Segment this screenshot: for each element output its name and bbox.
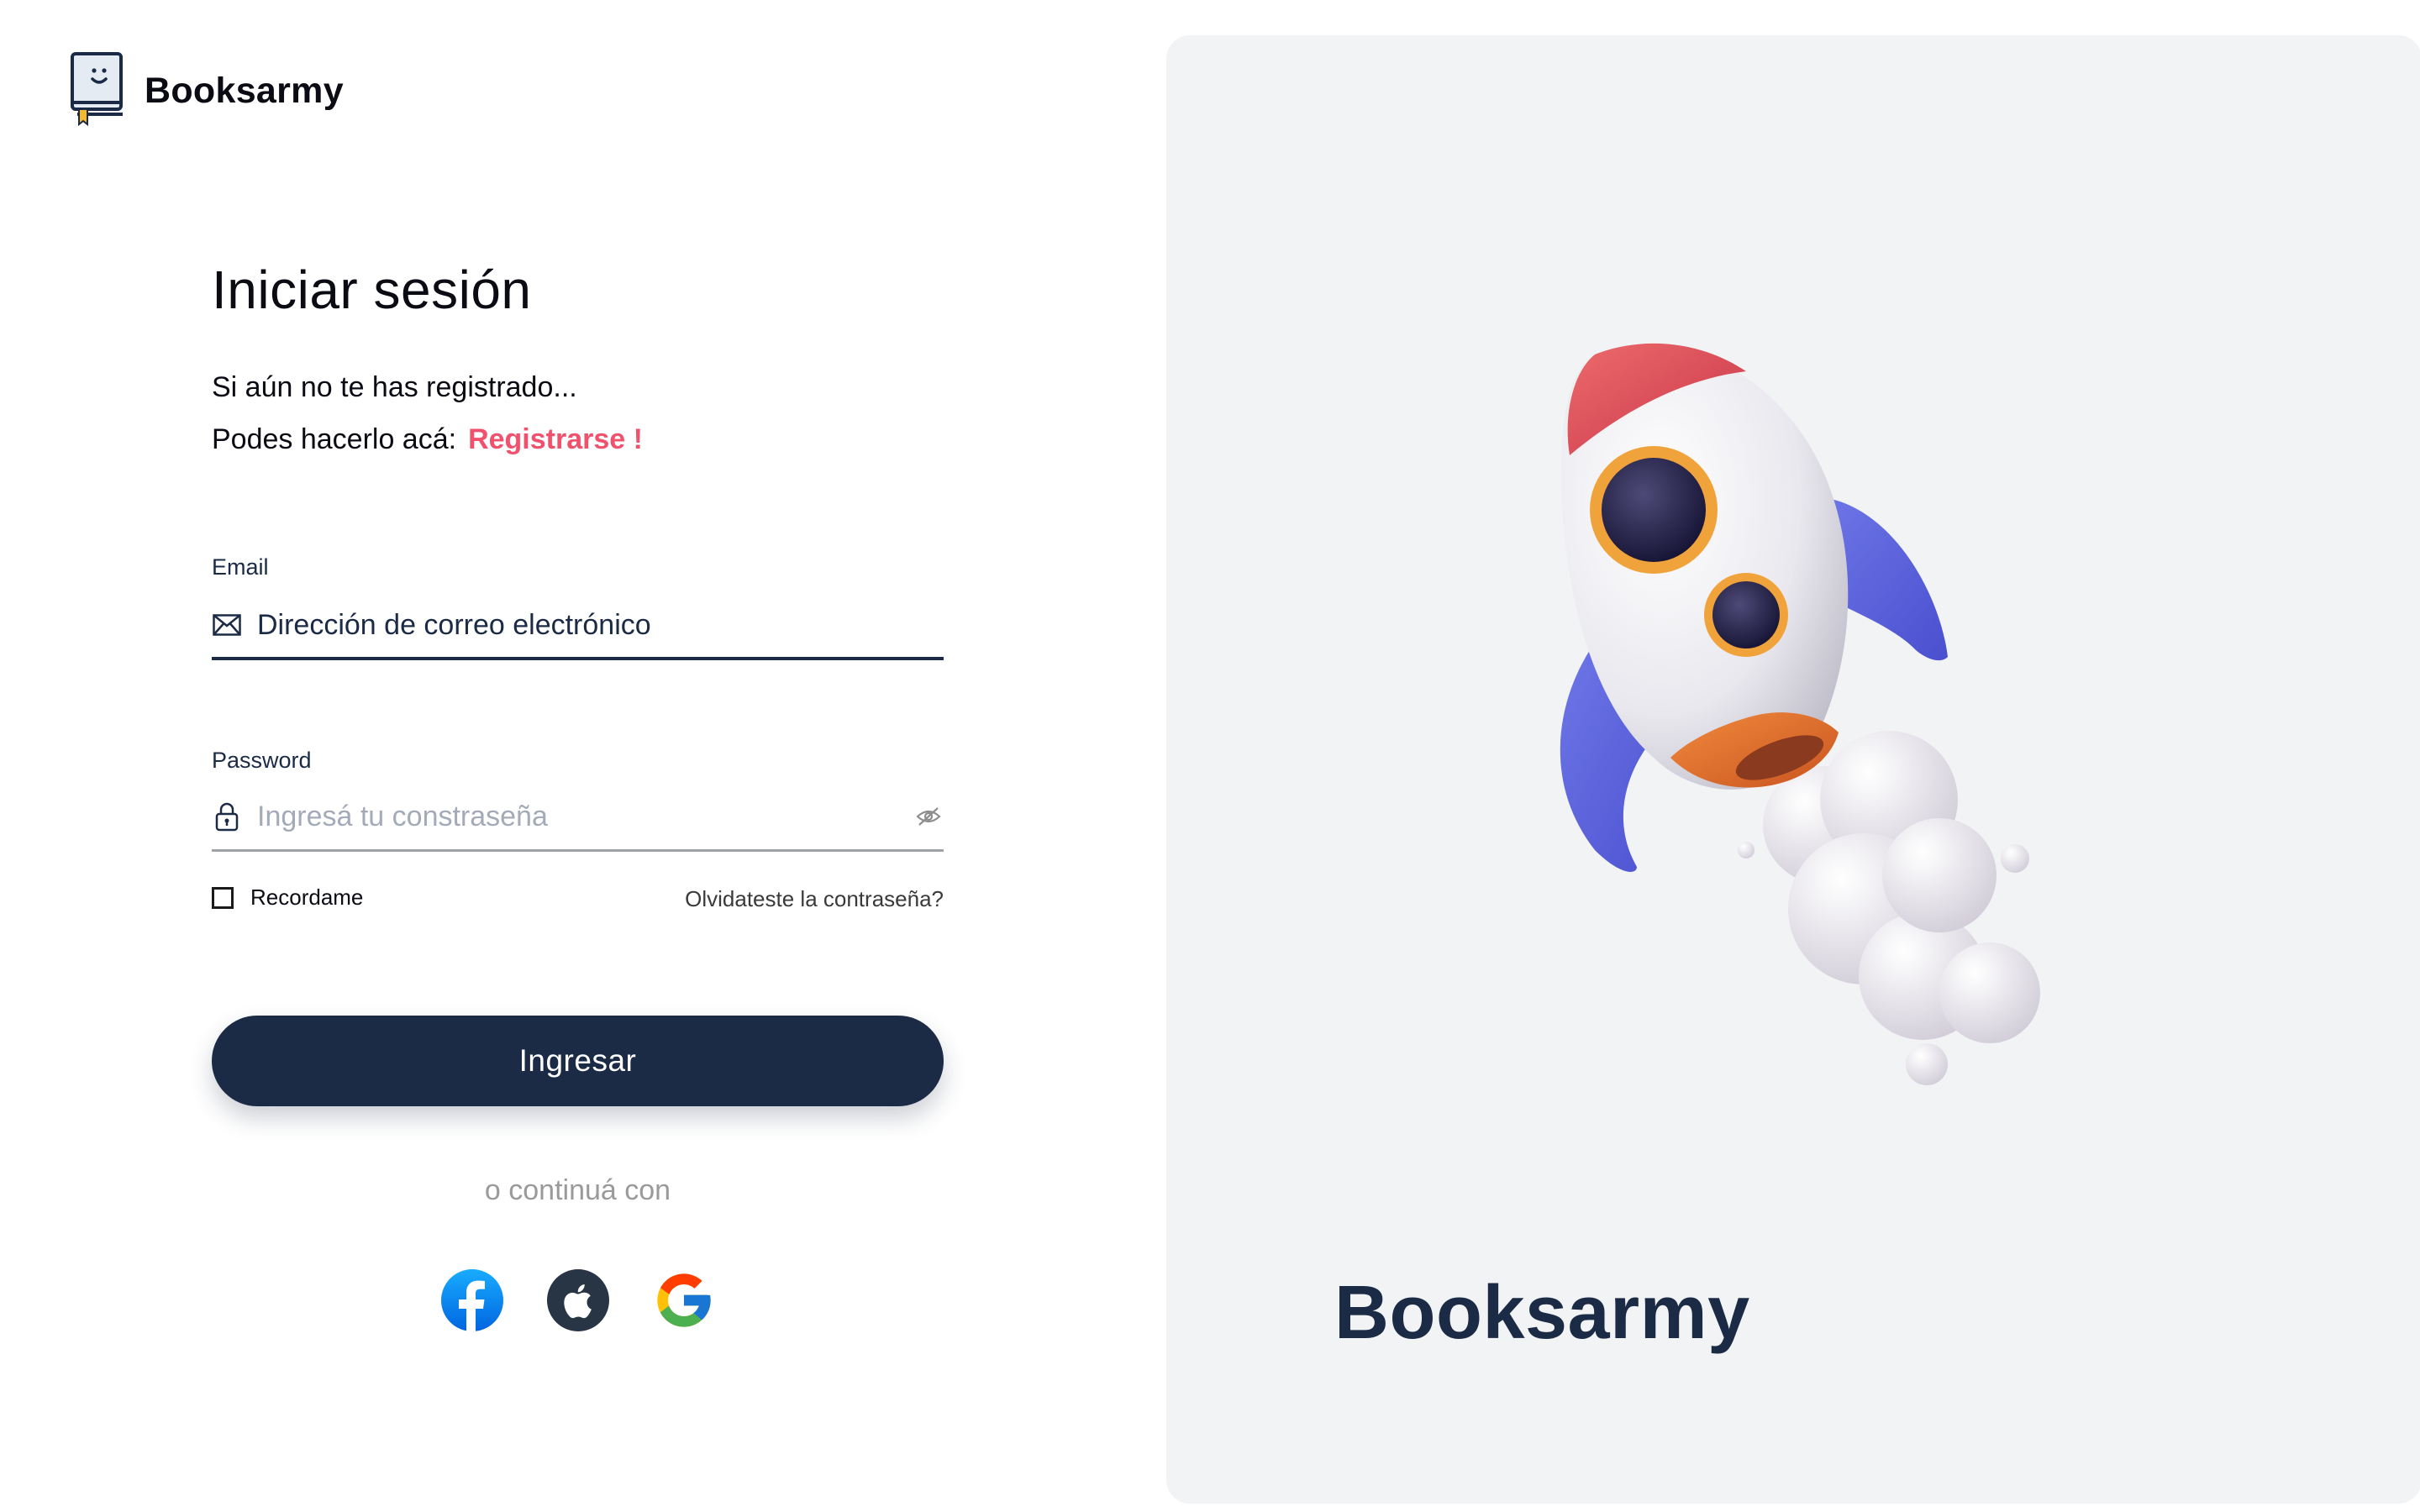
email-field[interactable]: [212, 598, 944, 652]
brand-name: Booksarmy: [145, 70, 344, 111]
password-field[interactable]: [212, 790, 944, 843]
email-label: Email: [212, 554, 269, 580]
remember-checkbox[interactable]: [212, 886, 234, 909]
brand-header[interactable]: Booksarmy: [69, 50, 344, 131]
apple-login-button[interactable]: [546, 1268, 610, 1332]
lock-icon: [212, 801, 242, 832]
login-page: Booksarmy Iniciar sesión Si aún no te ha…: [0, 0, 2420, 1512]
email-underline: [212, 657, 944, 660]
google-icon: [657, 1273, 711, 1327]
apple-icon: [547, 1269, 609, 1331]
mail-icon: [212, 610, 242, 640]
remember-label: Recordame: [250, 885, 364, 910]
eye-off-icon[interactable]: [913, 801, 944, 832]
login-button[interactable]: Ingresar: [212, 1016, 944, 1106]
facebook-login-button[interactable]: [440, 1268, 504, 1332]
register-prompt-line2: Podes hacerlo acá: Registrarse !: [212, 423, 643, 456]
password-underline: [212, 849, 944, 852]
register-link[interactable]: Registrarse !: [468, 423, 643, 455]
hero-panel: Booksarmy: [1166, 35, 2420, 1504]
register-prompt-text: Podes hacerlo acá:: [212, 423, 457, 455]
facebook-icon: [441, 1269, 503, 1332]
google-login-button[interactable]: [652, 1268, 716, 1332]
forgot-password-link[interactable]: Olvidateste la contraseña?: [685, 886, 944, 912]
continue-with-text: o continuá con: [484, 1174, 671, 1206]
remember-me[interactable]: Recordame: [212, 885, 363, 911]
password-label: Password: [212, 748, 312, 773]
email-input[interactable]: [257, 604, 879, 646]
register-prompt-line1: Si aún no te has registrado...: [212, 371, 577, 403]
page-title: Iniciar sesión: [212, 260, 532, 320]
social-login: [440, 1268, 716, 1332]
book-smiley-icon: [71, 52, 123, 127]
hero-brand-name: Booksarmy: [1334, 1271, 1750, 1355]
password-input[interactable]: [257, 795, 879, 837]
rocket-illustration: [1560, 343, 2040, 1085]
